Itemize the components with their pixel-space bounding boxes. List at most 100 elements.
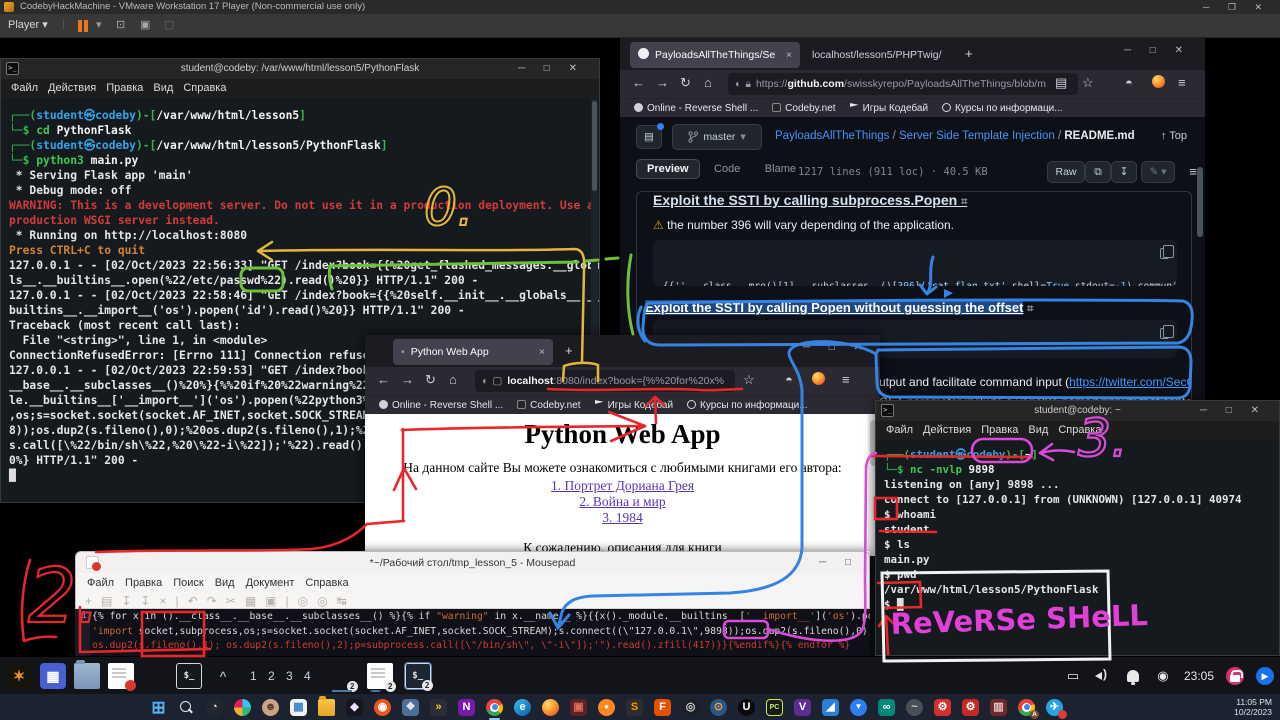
- pocket-icon[interactable]: ◓: [1125, 75, 1133, 90]
- mousepad-toolbar[interactable]: +▤↧↧×|↶↷✂▦▣|◎◎↹: [75, 593, 870, 609]
- terminal-nc-window[interactable]: >_ student@codeby: ~ ─ □ ✕ ФайлДействияП…: [875, 400, 1280, 656]
- vscode-icon[interactable]: ◢: [822, 699, 839, 716]
- windows-clock[interactable]: 11:05 PM 10/2/2023: [1234, 697, 1272, 717]
- pocket-icon[interactable]: ◓: [785, 372, 793, 387]
- menu-item[interactable]: Правка: [125, 577, 162, 589]
- notifications-bell-icon[interactable]: [1124, 667, 1142, 685]
- bookmark-item[interactable]: Online - Reverse Shell ...: [379, 400, 503, 411]
- download-button[interactable]: ↧: [1111, 161, 1137, 183]
- pause-button[interactable]: [78, 20, 90, 35]
- window-controls[interactable]: ─ □ ✕: [518, 59, 585, 79]
- mousepad-editor[interactable]: {% for x in ().__class__.__base__.__subc…: [90, 609, 870, 656]
- bookmark-item[interactable]: Курсы по информаци...: [687, 400, 808, 411]
- bookmark-star-icon[interactable]: ☆: [1082, 75, 1094, 91]
- sublime-icon[interactable]: S: [626, 699, 643, 716]
- outline-icon[interactable]: ≡: [1189, 164, 1197, 179]
- menu-item[interactable]: Документ: [246, 577, 295, 589]
- shield-icon[interactable]: ◖: [734, 78, 740, 90]
- telegram-icon[interactable]: ✈: [1046, 699, 1063, 716]
- menu-item[interactable]: Справка: [183, 82, 226, 94]
- tab-localhost-phptwig[interactable]: localhost/lesson5/PHPTwig/×: [804, 42, 954, 68]
- menu-item[interactable]: ▦: [245, 594, 256, 608]
- bookmark-item[interactable]: Codeby.net: [772, 103, 835, 114]
- screen-lock-icon[interactable]: [1226, 667, 1244, 685]
- pythonapp-bookmarks-bar[interactable]: Online - Reverse Shell ... Codeby.net Игры…: [365, 395, 880, 414]
- copy-code-icon[interactable]: [1160, 248, 1169, 259]
- menu-item[interactable]: Файл: [11, 82, 38, 94]
- menu-item[interactable]: ▤: [101, 594, 112, 608]
- reload-icon[interactable]: ↻: [680, 75, 691, 91]
- tab-close-icon[interactable]: ×: [786, 42, 792, 68]
- maps-icon[interactable]: ▼: [850, 699, 867, 716]
- ring-app-icon[interactable]: ◎: [682, 699, 699, 716]
- terminal-nc-output[interactable]: ┌──(student㉿codeby)-[~]└─$ nc -nvlp 9898…: [876, 440, 1279, 655]
- twitter-link[interactable]: https://twitter.com/SecGus: [1069, 375, 1192, 389]
- red-app-icon[interactable]: ▣: [570, 699, 587, 716]
- file-tree-toggle[interactable]: ▤: [636, 125, 662, 149]
- shield-icon[interactable]: ◖: [481, 375, 487, 387]
- breadcrumb-repo[interactable]: PayloadsAllTheThings: [775, 130, 889, 142]
- menu-item[interactable]: ↹: [337, 594, 347, 608]
- mousepad-launcher-icon[interactable]: [108, 663, 134, 689]
- bookmark-item[interactable]: Online - Reverse Shell ...: [634, 103, 758, 114]
- menu-item[interactable]: Действия: [48, 82, 96, 94]
- arrows-app-icon[interactable]: »: [430, 699, 447, 716]
- task-mousepad-icon[interactable]: 2: [367, 663, 393, 689]
- gauge-app-icon[interactable]: ◔: [206, 699, 223, 716]
- home-icon[interactable]: ⌂: [704, 75, 712, 90]
- windows-taskbar[interactable]: ⊞◔☻▦◆◉❖»Ne▣●SF◎⊙UPCV◢▼∞~⚙⚙▥A✈ 11:05 PM 1…: [0, 694, 1280, 720]
- menu-icon[interactable]: ≡: [842, 372, 850, 387]
- window-controls[interactable]: ─ □ ✕: [1124, 45, 1191, 56]
- vmware-icon[interactable]: ❖: [402, 699, 419, 716]
- mousepad-titlebar[interactable]: *~/Рабочий стол/tmp_lesson_5 - Mousepad …: [75, 551, 870, 573]
- firefox-account-icon[interactable]: [812, 372, 825, 385]
- menu-item[interactable]: Файл: [886, 424, 913, 436]
- copy-raw-button[interactable]: ⧉: [1085, 161, 1111, 183]
- task-terminal-icon[interactable]: $_2: [405, 663, 431, 689]
- bookmark-item[interactable]: Codeby.net: [517, 400, 580, 411]
- search-icon[interactable]: [178, 699, 195, 716]
- fullscreen-icon[interactable]: ▣: [140, 18, 150, 31]
- file-explorer-icon[interactable]: [318, 699, 335, 716]
- file-manager-icon[interactable]: [74, 663, 100, 689]
- unity-icon[interactable]: ▢: [164, 18, 174, 31]
- menu-item[interactable]: ↶: [188, 594, 198, 608]
- breadcrumb[interactable]: PayloadsAllTheThings / Server Side Templ…: [775, 130, 1135, 142]
- forward-icon[interactable]: →: [656, 75, 669, 90]
- menu-item[interactable]: Вид: [215, 577, 235, 589]
- menu-item[interactable]: |: [176, 594, 179, 608]
- bookmark-star-icon[interactable]: ☆: [743, 372, 755, 388]
- menu-item[interactable]: Правка: [106, 82, 143, 94]
- tab-preview[interactable]: Preview: [636, 159, 700, 179]
- window-controls[interactable]: ─ □: [819, 552, 859, 574]
- pythonapp-urlbar[interactable]: ◖▢localhost:8080/index?book={%%20for%20x…: [475, 370, 735, 392]
- tab-payloadsallthethings[interactable]: PayloadsAllTheThings/Se×: [630, 42, 800, 68]
- github-urlbar[interactable]: ◖🔒︎https://github.com/swisskyrepo/Payloa…: [728, 73, 1078, 95]
- menu-icon[interactable]: ≡: [1178, 75, 1186, 90]
- vm-taskbar[interactable]: ✶▦$_^ 1 2 3 4 22$_2 ▭ ◉ 23:05 ▶: [0, 656, 1280, 694]
- menu-item[interactable]: ↷: [207, 594, 217, 608]
- tab-close-icon[interactable]: ×: [539, 339, 545, 365]
- volume-icon[interactable]: [1094, 667, 1112, 685]
- back-icon[interactable]: ←: [632, 75, 645, 90]
- mousepad-window[interactable]: *~/Рабочий стол/tmp_lesson_5 - Mousepad …: [75, 551, 870, 656]
- menu-item[interactable]: ↧: [140, 594, 150, 608]
- player-menu[interactable]: Player ▾: [8, 18, 48, 31]
- new-tab-button[interactable]: +: [965, 46, 973, 61]
- anchor-link-icon[interactable]: ⌗: [961, 196, 967, 208]
- edit-button[interactable]: ✎ ▾: [1141, 161, 1175, 183]
- slack-icon[interactable]: [234, 699, 251, 716]
- mousepad-menubar[interactable]: ФайлПравкаПоискВидДокументСправка: [75, 573, 870, 593]
- reload-icon[interactable]: ↻: [425, 372, 436, 388]
- terminal-nc-menubar[interactable]: ФайлДействияПравкаВидСправка: [876, 421, 1279, 440]
- code-block-subprocess[interactable]: {{''.__class__.mro()[1].__subclasses__()…: [653, 240, 1177, 286]
- onenote-icon[interactable]: N: [458, 699, 475, 716]
- workspace-switcher[interactable]: 1 2 3 4: [250, 669, 315, 683]
- pycharm-icon[interactable]: PC: [766, 699, 783, 716]
- edge-icon[interactable]: e: [514, 699, 531, 716]
- menu-item[interactable]: ×: [159, 594, 166, 608]
- pause-dropdown[interactable]: ▾: [96, 18, 102, 31]
- menu-item[interactable]: Действия: [923, 424, 971, 436]
- bookmark-item[interactable]: Игры Кодебай: [595, 400, 673, 411]
- start-icon[interactable]: ⊞: [150, 699, 167, 716]
